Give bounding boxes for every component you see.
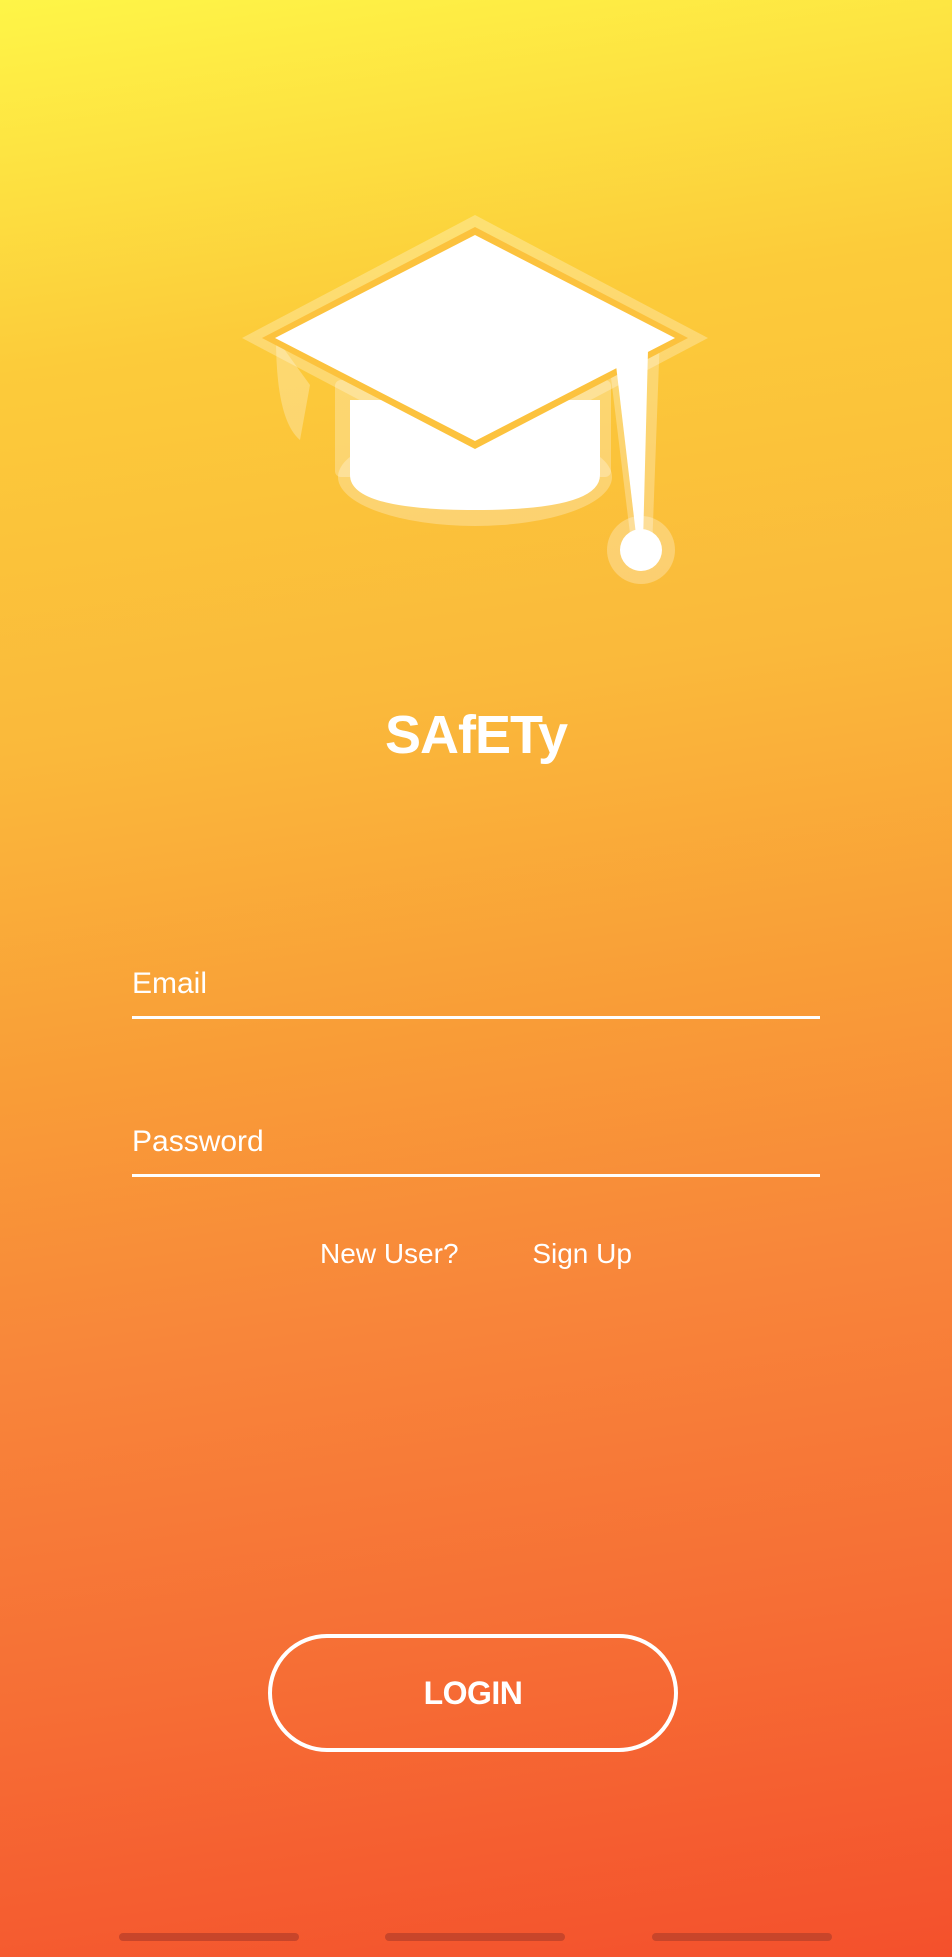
- nav-handle: [119, 1933, 299, 1941]
- email-field[interactable]: [132, 948, 820, 1019]
- signup-row: New User? Sign Up: [0, 1232, 952, 1276]
- password-field[interactable]: [132, 1106, 820, 1177]
- password-input[interactable]: [132, 1116, 820, 1168]
- email-input[interactable]: [132, 958, 820, 1010]
- nav-handle: [652, 1933, 832, 1941]
- sign-up-link[interactable]: Sign Up: [532, 1232, 632, 1276]
- app-title: SAfETy: [384, 705, 568, 765]
- bottom-navigation-handles: [0, 1933, 952, 1943]
- nav-handle: [385, 1933, 565, 1941]
- new-user-label: New User?: [320, 1238, 459, 1269]
- graduation-cap-icon: [242, 215, 708, 584]
- login-button[interactable]: LOGIN: [268, 1634, 678, 1752]
- login-screen: SAfETy New User? Sign Up LOGIN: [0, 0, 952, 1957]
